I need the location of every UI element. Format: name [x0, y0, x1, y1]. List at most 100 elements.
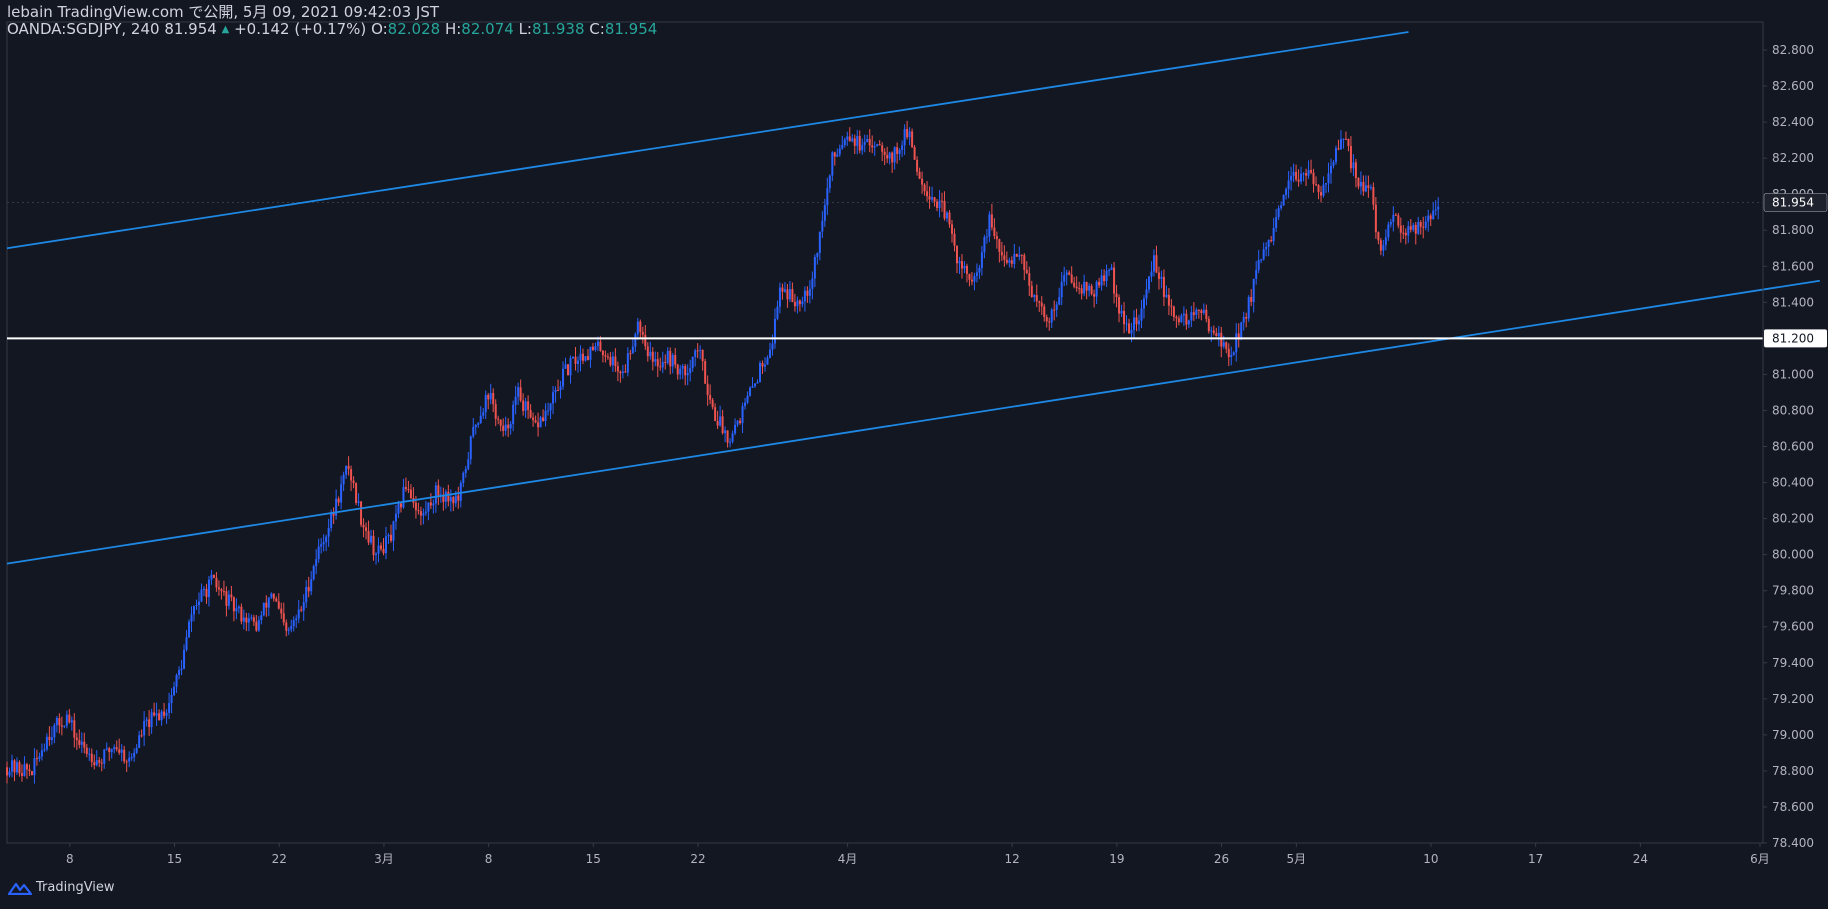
candle-body: [1197, 309, 1200, 311]
candle-body: [701, 350, 704, 362]
candle-body: [103, 749, 106, 764]
candle-body: [399, 503, 402, 508]
candle-body: [918, 171, 921, 179]
candle-body: [178, 669, 181, 676]
y-tick-label: 82.800: [1772, 43, 1814, 57]
channel-lower-line[interactable]: [6, 279, 1820, 565]
candle-body: [1302, 173, 1305, 175]
candle-body: [1322, 184, 1325, 196]
candle-body: [1222, 342, 1225, 347]
candle-body: [726, 430, 729, 443]
x-tick-label: 10: [1423, 852, 1438, 866]
candle-body: [337, 498, 340, 503]
candle-body: [978, 267, 981, 273]
candle-body: [250, 617, 253, 619]
candle-body: [846, 136, 849, 140]
candle-body: [108, 748, 111, 753]
candle-body: [569, 358, 572, 376]
drawing-overlays[interactable]: [6, 31, 1820, 565]
candle-body: [1130, 329, 1133, 334]
candle-body: [1088, 285, 1091, 291]
candle-body: [911, 131, 914, 148]
candle-body: [564, 364, 567, 369]
candle-body: [689, 368, 692, 374]
candle-body: [1008, 260, 1011, 263]
y-tick-label: 82.200: [1772, 151, 1814, 165]
candle-body: [1048, 321, 1051, 323]
candle-body: [1120, 310, 1123, 314]
candle-body: [499, 419, 502, 426]
candle-body: [360, 501, 363, 525]
candle-body: [649, 351, 652, 357]
candle-body: [15, 762, 18, 773]
candle-body: [1023, 255, 1026, 270]
candle-body: [232, 597, 235, 612]
candle-body: [130, 757, 133, 759]
candle-body: [1080, 288, 1083, 294]
y-tick-label: 78.400: [1772, 836, 1814, 850]
candle-body: [202, 588, 205, 590]
candle-body: [193, 606, 196, 615]
candle-body: [1387, 224, 1390, 238]
y-tick-label: 79.400: [1772, 656, 1814, 670]
candle-body: [1250, 297, 1253, 302]
candle-body: [1364, 185, 1367, 192]
candle-body: [50, 737, 53, 741]
footer-brand[interactable]: TradingView: [8, 880, 115, 895]
candle-body: [375, 553, 378, 556]
channel-upper-line[interactable]: [6, 31, 1409, 250]
candle-body: [778, 287, 781, 307]
candle-body: [1003, 255, 1006, 260]
candle-body: [1225, 342, 1228, 349]
candle-body: [280, 608, 283, 614]
candle-body: [1093, 293, 1096, 297]
candle-body: [567, 364, 570, 376]
candle-body: [644, 334, 647, 347]
candle-body: [616, 366, 619, 372]
candle-body: [1137, 320, 1140, 325]
candle-body: [120, 749, 123, 753]
candle-body: [773, 318, 776, 344]
candle-body: [823, 205, 826, 221]
candle-body: [252, 617, 255, 622]
candle-body: [729, 441, 732, 443]
candle-body: [679, 368, 682, 375]
candle-body: [88, 753, 91, 755]
candle-body: [681, 365, 684, 369]
candle-body: [968, 273, 971, 280]
candle-body: [195, 605, 198, 607]
price-chart[interactable]: 82.80082.60082.40082.20082.00081.80081.6…: [0, 0, 1828, 909]
candle-body: [998, 239, 1001, 252]
candle-body: [58, 718, 61, 726]
x-tick-label: 24: [1633, 852, 1648, 866]
candle-body: [798, 300, 801, 305]
candle-body: [1417, 222, 1420, 234]
candle-body: [222, 591, 225, 593]
candle-body: [502, 425, 505, 431]
candle-body: [100, 762, 103, 764]
candle-body: [906, 128, 909, 138]
candle-body: [676, 364, 679, 375]
y-tick-label: 82.400: [1772, 115, 1814, 129]
candle-body: [1407, 226, 1410, 236]
candle-body: [1200, 310, 1203, 313]
candle-body: [409, 489, 412, 498]
candle-body: [659, 366, 662, 368]
candle-body: [761, 363, 764, 367]
candle-body: [1379, 240, 1382, 251]
candle-body: [838, 148, 841, 155]
candle-body: [1010, 260, 1013, 264]
candle-body: [1347, 138, 1350, 146]
candle-body: [474, 424, 477, 428]
candle-body: [220, 589, 223, 592]
candle-body: [1025, 269, 1028, 274]
candle-body: [751, 386, 754, 388]
candle-body: [272, 593, 275, 599]
candle-body: [1190, 312, 1193, 321]
candle-body: [350, 469, 353, 481]
candle-body: [684, 365, 687, 376]
candle-body: [297, 609, 300, 619]
candle-body: [1242, 316, 1245, 323]
candle-body: [1070, 274, 1073, 283]
candle-body: [237, 606, 240, 609]
